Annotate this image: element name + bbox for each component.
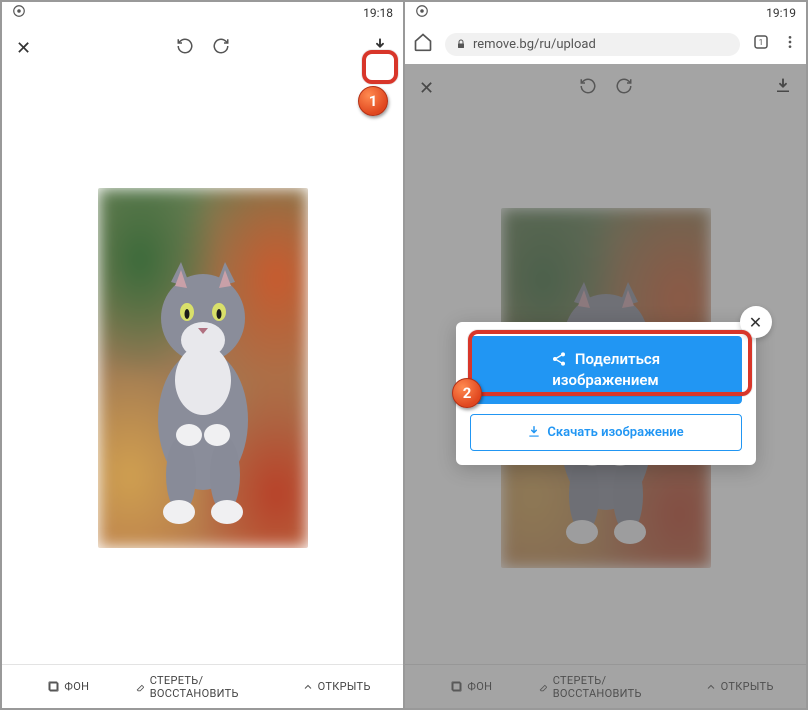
- status-bar: 19:19: [405, 2, 806, 24]
- erase-label: СТЕРЕТЬ/ВОССТАНОВИТЬ: [553, 674, 673, 700]
- bg-label: ФОН: [64, 680, 89, 693]
- annotation-badge-2: 2: [452, 378, 482, 408]
- bottom-toolbar: ФОН СТЕРЕТЬ/ВОССТАНОВИТЬ ОТКРЫТЬ: [405, 664, 806, 708]
- bg-button[interactable]: ФОН: [405, 680, 539, 693]
- erase-button[interactable]: СТЕРЕТЬ/ВОССТАНОВИТЬ: [539, 674, 673, 700]
- open-label: ОТКРЫТЬ: [721, 680, 774, 693]
- notification-icon: [415, 4, 429, 22]
- bg-button[interactable]: ФОН: [2, 680, 136, 693]
- cat-subject: [123, 260, 283, 540]
- bottom-toolbar: ФОН СТЕРЕТЬ/ВОССТАНОВИТЬ ОТКРЫТЬ: [2, 664, 403, 708]
- clock: 19:18: [363, 6, 393, 20]
- download-label: Скачать изображение: [547, 425, 683, 440]
- svg-text:1: 1: [759, 38, 764, 48]
- open-button[interactable]: ОТКРЫТЬ: [269, 680, 403, 693]
- result-image: [98, 188, 308, 548]
- clock: 19:19: [766, 6, 796, 20]
- url-bar[interactable]: remove.bg/ru/upload: [445, 33, 740, 56]
- download-icon[interactable]: [774, 77, 792, 99]
- undo-icon[interactable]: [176, 37, 194, 59]
- undo-icon[interactable]: [579, 77, 597, 99]
- status-bar: 19:18: [2, 2, 403, 24]
- redo-icon[interactable]: [212, 37, 230, 59]
- bg-label: ФОН: [467, 680, 492, 693]
- download-image-button[interactable]: Скачать изображение: [470, 414, 742, 451]
- close-icon[interactable]: ✕: [419, 78, 434, 99]
- open-label: ОТКРЫТЬ: [318, 680, 371, 693]
- home-icon[interactable]: [413, 32, 433, 56]
- download-small-icon: [527, 425, 541, 439]
- close-icon[interactable]: ✕: [16, 38, 31, 59]
- notification-icon: [12, 4, 26, 22]
- erase-label: СТЕРЕТЬ/ВОССТАНОВИТЬ: [150, 674, 270, 700]
- editor-canvas: [2, 72, 403, 664]
- lock-icon: [455, 38, 467, 50]
- erase-button[interactable]: СТЕРЕТЬ/ВОССТАНОВИТЬ: [136, 674, 270, 700]
- browser-bar: remove.bg/ru/upload 1: [405, 24, 806, 64]
- url-text: remove.bg/ru/upload: [473, 37, 596, 52]
- tabs-icon[interactable]: 1: [752, 33, 770, 55]
- annotation-badge-1: 1: [358, 86, 388, 116]
- redo-icon[interactable]: [615, 77, 633, 99]
- annotation-box-2: [468, 330, 752, 396]
- open-button[interactable]: ОТКРЫТЬ: [672, 680, 806, 693]
- annotation-box-1: [362, 50, 398, 84]
- menu-icon[interactable]: [782, 34, 798, 54]
- editor-toolbar: ✕: [405, 64, 806, 112]
- editor-toolbar: ✕: [2, 24, 403, 72]
